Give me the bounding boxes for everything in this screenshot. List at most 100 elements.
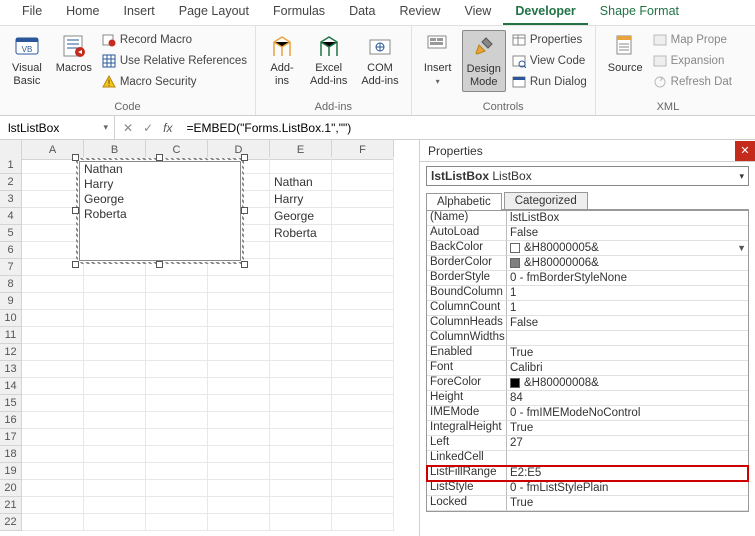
cell-D21[interactable]	[208, 497, 270, 514]
prop-row-borderstyle[interactable]: BorderStyle0 - fmBorderStyleNone	[427, 271, 748, 286]
cell-D9[interactable]	[208, 293, 270, 310]
name-box[interactable]: ▾	[0, 116, 115, 139]
cell-E19[interactable]	[270, 463, 332, 480]
cell-D16[interactable]	[208, 412, 270, 429]
row-header-16[interactable]: 16	[0, 412, 22, 429]
enter-icon[interactable]: ✓	[143, 121, 153, 135]
cell-F4[interactable]	[332, 208, 394, 225]
tab-insert[interactable]: Insert	[112, 0, 167, 25]
cell-C9[interactable]	[146, 293, 208, 310]
tab-alphabetic[interactable]: Alphabetic	[426, 193, 502, 210]
close-button[interactable]: ✕	[735, 141, 755, 161]
cell-B15[interactable]	[84, 395, 146, 412]
prop-row-integralheight[interactable]: IntegralHeightTrue	[427, 421, 748, 436]
cell-A5[interactable]	[22, 225, 84, 242]
row-header-14[interactable]: 14	[0, 378, 22, 395]
cell-A9[interactable]	[22, 293, 84, 310]
cell-A14[interactable]	[22, 378, 84, 395]
cell-F13[interactable]	[332, 361, 394, 378]
cell-E6[interactable]	[270, 242, 332, 259]
cell-E20[interactable]	[270, 480, 332, 497]
cell-E4[interactable]: George	[270, 208, 332, 225]
cell-C19[interactable]	[146, 463, 208, 480]
cell-F2[interactable]	[332, 174, 394, 191]
cell-D18[interactable]	[208, 446, 270, 463]
macro-security-button[interactable]: ! Macro Security	[102, 72, 247, 92]
cell-E21[interactable]	[270, 497, 332, 514]
prop-row-linkedcell[interactable]: LinkedCell	[427, 451, 748, 466]
row-header-9[interactable]: 9	[0, 293, 22, 310]
macros-button[interactable]: Macros	[52, 30, 96, 77]
cell-A10[interactable]	[22, 310, 84, 327]
cell-F11[interactable]	[332, 327, 394, 344]
prop-row-backcolor[interactable]: BackColor&H80000005&▼	[427, 241, 748, 256]
cell-B9[interactable]	[84, 293, 146, 310]
cell-A17[interactable]	[22, 429, 84, 446]
cell-F20[interactable]	[332, 480, 394, 497]
cell-F5[interactable]	[332, 225, 394, 242]
cell-E9[interactable]	[270, 293, 332, 310]
tab-view[interactable]: View	[452, 0, 503, 25]
cell-A16[interactable]	[22, 412, 84, 429]
formula-input[interactable]	[180, 121, 755, 135]
cell-E2[interactable]: Nathan	[270, 174, 332, 191]
cell-A21[interactable]	[22, 497, 84, 514]
tab-data[interactable]: Data	[337, 0, 387, 25]
cell-E11[interactable]	[270, 327, 332, 344]
prop-row-name[interactable]: (Name)lstListBox	[427, 211, 748, 226]
cell-F1[interactable]	[332, 157, 394, 174]
object-selector[interactable]: lstListBox ListBox ▾	[426, 166, 749, 186]
cell-F10[interactable]	[332, 310, 394, 327]
chevron-down-icon[interactable]: ▾	[103, 122, 108, 133]
row-header-3[interactable]: 3	[0, 191, 22, 208]
cell-C16[interactable]	[146, 412, 208, 429]
row-header-11[interactable]: 11	[0, 327, 22, 344]
row-header-5[interactable]: 5	[0, 225, 22, 242]
cell-A22[interactable]	[22, 514, 84, 531]
cell-C8[interactable]	[146, 276, 208, 293]
cell-C11[interactable]	[146, 327, 208, 344]
name-box-input[interactable]	[6, 120, 86, 136]
com-addins-button[interactable]: COM Add-ins	[357, 30, 402, 90]
tab-file[interactable]: File	[10, 0, 54, 25]
cell-A2[interactable]	[22, 174, 84, 191]
cell-E14[interactable]	[270, 378, 332, 395]
tab-review[interactable]: Review	[387, 0, 452, 25]
cell-E17[interactable]	[270, 429, 332, 446]
cell-C18[interactable]	[146, 446, 208, 463]
cell-D22[interactable]	[208, 514, 270, 531]
cell-F7[interactable]	[332, 259, 394, 276]
cell-D19[interactable]	[208, 463, 270, 480]
row-header-18[interactable]: 18	[0, 446, 22, 463]
row-header-17[interactable]: 17	[0, 429, 22, 446]
cell-A18[interactable]	[22, 446, 84, 463]
row-header-12[interactable]: 12	[0, 344, 22, 361]
cell-C14[interactable]	[146, 378, 208, 395]
visual-basic-button[interactable]: VB Visual Basic	[8, 30, 46, 90]
cell-E7[interactable]	[270, 259, 332, 276]
cell-D12[interactable]	[208, 344, 270, 361]
tab-categorized[interactable]: Categorized	[504, 192, 588, 209]
cell-F16[interactable]	[332, 412, 394, 429]
cell-E22[interactable]	[270, 514, 332, 531]
cell-F14[interactable]	[332, 378, 394, 395]
cell-D15[interactable]	[208, 395, 270, 412]
prop-row-boundcolumn[interactable]: BoundColumn1	[427, 286, 748, 301]
cell-A13[interactable]	[22, 361, 84, 378]
cell-E5[interactable]: Roberta	[270, 225, 332, 242]
row-header-20[interactable]: 20	[0, 480, 22, 497]
cell-F19[interactable]	[332, 463, 394, 480]
cell-F17[interactable]	[332, 429, 394, 446]
design-mode-button[interactable]: Design Mode	[462, 30, 506, 92]
cell-B12[interactable]	[84, 344, 146, 361]
tab-page-layout[interactable]: Page Layout	[167, 0, 261, 25]
prop-row-font[interactable]: FontCalibri	[427, 361, 748, 376]
cell-E18[interactable]	[270, 446, 332, 463]
cell-D13[interactable]	[208, 361, 270, 378]
cell-A8[interactable]	[22, 276, 84, 293]
cell-A11[interactable]	[22, 327, 84, 344]
cell-A6[interactable]	[22, 242, 84, 259]
prop-row-columnheads[interactable]: ColumnHeadsFalse	[427, 316, 748, 331]
cell-B21[interactable]	[84, 497, 146, 514]
row-header-15[interactable]: 15	[0, 395, 22, 412]
